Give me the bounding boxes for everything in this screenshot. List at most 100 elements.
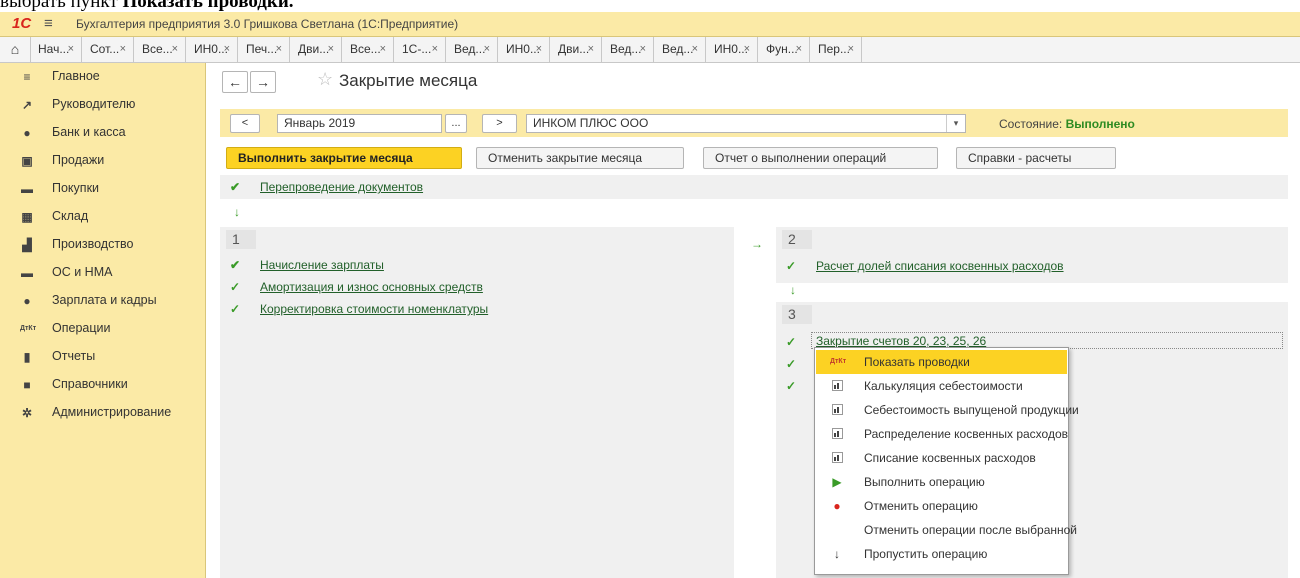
status-text: Состояние: Выполнено [999,117,1135,131]
forward-button[interactable]: → [250,71,276,93]
warehouse-icon: ▦ [21,210,33,224]
step-link[interactable]: Корректировка стоимости номенклатуры [260,302,488,316]
menu-item-indirect-distribution[interactable]: Распределение косвенных расходов [816,422,1068,446]
cart-bag-icon: ▣ [21,154,33,168]
sidebar-item-main[interactable]: ≡ Главное [0,63,205,90]
sidebar-item-catalogs[interactable]: ■ Справочники [0,371,205,398]
sidebar-item-reports[interactable]: ▮ Отчеты [0,343,205,370]
tab[interactable]: Вед... × [446,37,498,62]
close-icon[interactable]: × [380,37,386,62]
check-done-icon: ✔ [230,258,241,272]
menu-item-show-postings[interactable]: ДтКт Показать проводки [816,350,1067,374]
sidebar-item-director[interactable]: ↗ Руководителю [0,91,205,118]
cart-icon: ▬ [21,182,33,196]
close-icon[interactable]: × [68,37,74,62]
organization-select[interactable]: ИНКОМ ПЛЮС ООО ▾ [526,114,966,133]
report-icon [830,404,844,416]
back-button[interactable]: ← [222,71,248,93]
close-icon[interactable]: × [276,37,282,62]
tab[interactable]: Все... × [134,37,186,62]
menu-item-execute-operation[interactable]: ▶ Выполнить операцию [816,470,1067,494]
close-month-button[interactable]: Выполнить закрытие месяца [226,147,462,169]
close-icon[interactable]: × [588,37,594,62]
menu-item-product-cost[interactable]: Себестоимость выпущеной продукции [816,398,1079,422]
sidebar-item-payroll[interactable]: ● Зарплата и кадры [0,287,205,314]
calculations-help-button[interactable]: Справки - расчеты [956,147,1116,169]
tab[interactable]: Все... × [342,37,394,62]
title-bar: 1С ≡ Бухгалтерия предприятия 3.0 Гришков… [0,12,1300,37]
close-icon[interactable]: × [796,37,802,62]
sidebar-item-production[interactable]: ▟ Производство [0,231,205,258]
hamburger-menu-icon[interactable]: ≡ [44,15,53,32]
sidebar-item-purchases[interactable]: ▬ Покупки [0,175,205,202]
tab[interactable]: 1С-... × [394,37,446,62]
tab[interactable]: ИН0... × [706,37,758,62]
close-icon[interactable]: × [484,37,490,62]
arrow-down-icon: ↓ [790,283,796,297]
sidebar-item-assets[interactable]: ▬ ОС и НМА [0,259,205,286]
cancel-close-month-button[interactable]: Отменить закрытие месяца [476,147,684,169]
select-period-button[interactable]: ... [445,114,467,133]
close-icon[interactable]: × [328,37,334,62]
menu-item-cancel-after-selected[interactable]: Отменить операции после выбранной [816,518,1077,542]
step-link[interactable]: Амортизация и износ основных средств [260,280,483,294]
tab[interactable]: Дви... × [290,37,342,62]
step-link[interactable]: Закрытие счетов 20, 23, 25, 26 [816,334,986,348]
check-icon: ✓ [786,259,797,273]
factory-icon: ▟ [22,238,32,252]
sidebar-item-bank[interactable]: ● Банк и касса [0,119,205,146]
close-icon[interactable]: × [172,37,178,62]
tab[interactable]: Вед... × [654,37,706,62]
close-icon[interactable]: × [536,37,542,62]
report-icon [830,452,844,464]
check-icon: ✓ [786,357,797,371]
period-field[interactable]: Январь 2019 [277,114,442,133]
block-number: 2 [782,230,812,249]
menu-item-indirect-writeoff[interactable]: Списание косвенных расходов [816,446,1067,470]
open-tabs-bar: ⌂ Нач... × Сот... × Все... × ИН0... × Печ...… [0,37,1300,63]
sidebar-item-operations[interactable]: ДтКт Операции [0,315,205,342]
block-number: 3 [782,305,812,324]
tab[interactable]: ИН0... × [186,37,238,62]
home-icon[interactable]: ⌂ [0,37,31,62]
arrow-right-icon: → [751,237,763,251]
tab[interactable]: Печ... × [238,37,290,62]
close-icon[interactable]: × [692,37,698,62]
menu-item-cancel-operation[interactable]: ● Отменить операцию [816,494,1067,518]
prev-period-button[interactable]: < [230,114,260,133]
repost-link[interactable]: Перепроведение документов [260,180,423,194]
step-link[interactable]: Начисление зарплаты [260,258,384,272]
check-done-icon: ✔ [230,180,241,194]
page-title: Закрытие месяца [339,71,478,90]
menu-item-skip-operation[interactable]: ↓ Пропустить операцию [816,542,1067,566]
tab[interactable]: Нач... × [30,37,82,62]
document-caption: выбрать пункт Показать проводки. [0,0,294,12]
sidebar-item-admin[interactable]: ✲ Администрирование [0,399,205,426]
close-icon[interactable]: × [848,37,854,62]
tab[interactable]: ИН0... × [498,37,550,62]
close-icon[interactable]: × [744,37,750,62]
sidebar-item-warehouse[interactable]: ▦ Склад [0,203,205,230]
operations-report-button[interactable]: Отчет о выполнении операций [703,147,938,169]
window-title: Бухгалтерия предприятия 3.0 Гришкова Све… [76,17,459,31]
step-link[interactable]: Расчет долей списания косвенных расходов [816,259,1064,273]
block-2 [776,227,1288,283]
bar-chart-icon: ▮ [23,350,31,364]
close-icon[interactable]: × [224,37,230,62]
menu-item-cost-calculation[interactable]: Калькуляция себестоимости [816,374,1067,398]
tab[interactable]: Фун... × [758,37,810,62]
close-icon[interactable]: × [432,37,438,62]
tab[interactable]: Пер... × [810,37,862,62]
next-period-button[interactable]: > [482,114,517,133]
tab[interactable]: Сот... × [82,37,134,62]
chevron-down-icon[interactable]: ▾ [946,115,965,132]
truck-icon: ▬ [21,266,33,280]
arrow-down-icon: ↓ [834,547,840,561]
close-icon[interactable]: × [640,37,646,62]
sidebar-item-sales[interactable]: ▣ Продажи [0,147,205,174]
tab[interactable]: Вед... × [602,37,654,62]
tab[interactable]: Дви... × [550,37,602,62]
favorite-star-icon[interactable]: ☆ [317,69,333,90]
context-menu: ДтКт Показать проводки Калькуляция себес… [814,347,1079,575]
close-icon[interactable]: × [120,37,126,62]
